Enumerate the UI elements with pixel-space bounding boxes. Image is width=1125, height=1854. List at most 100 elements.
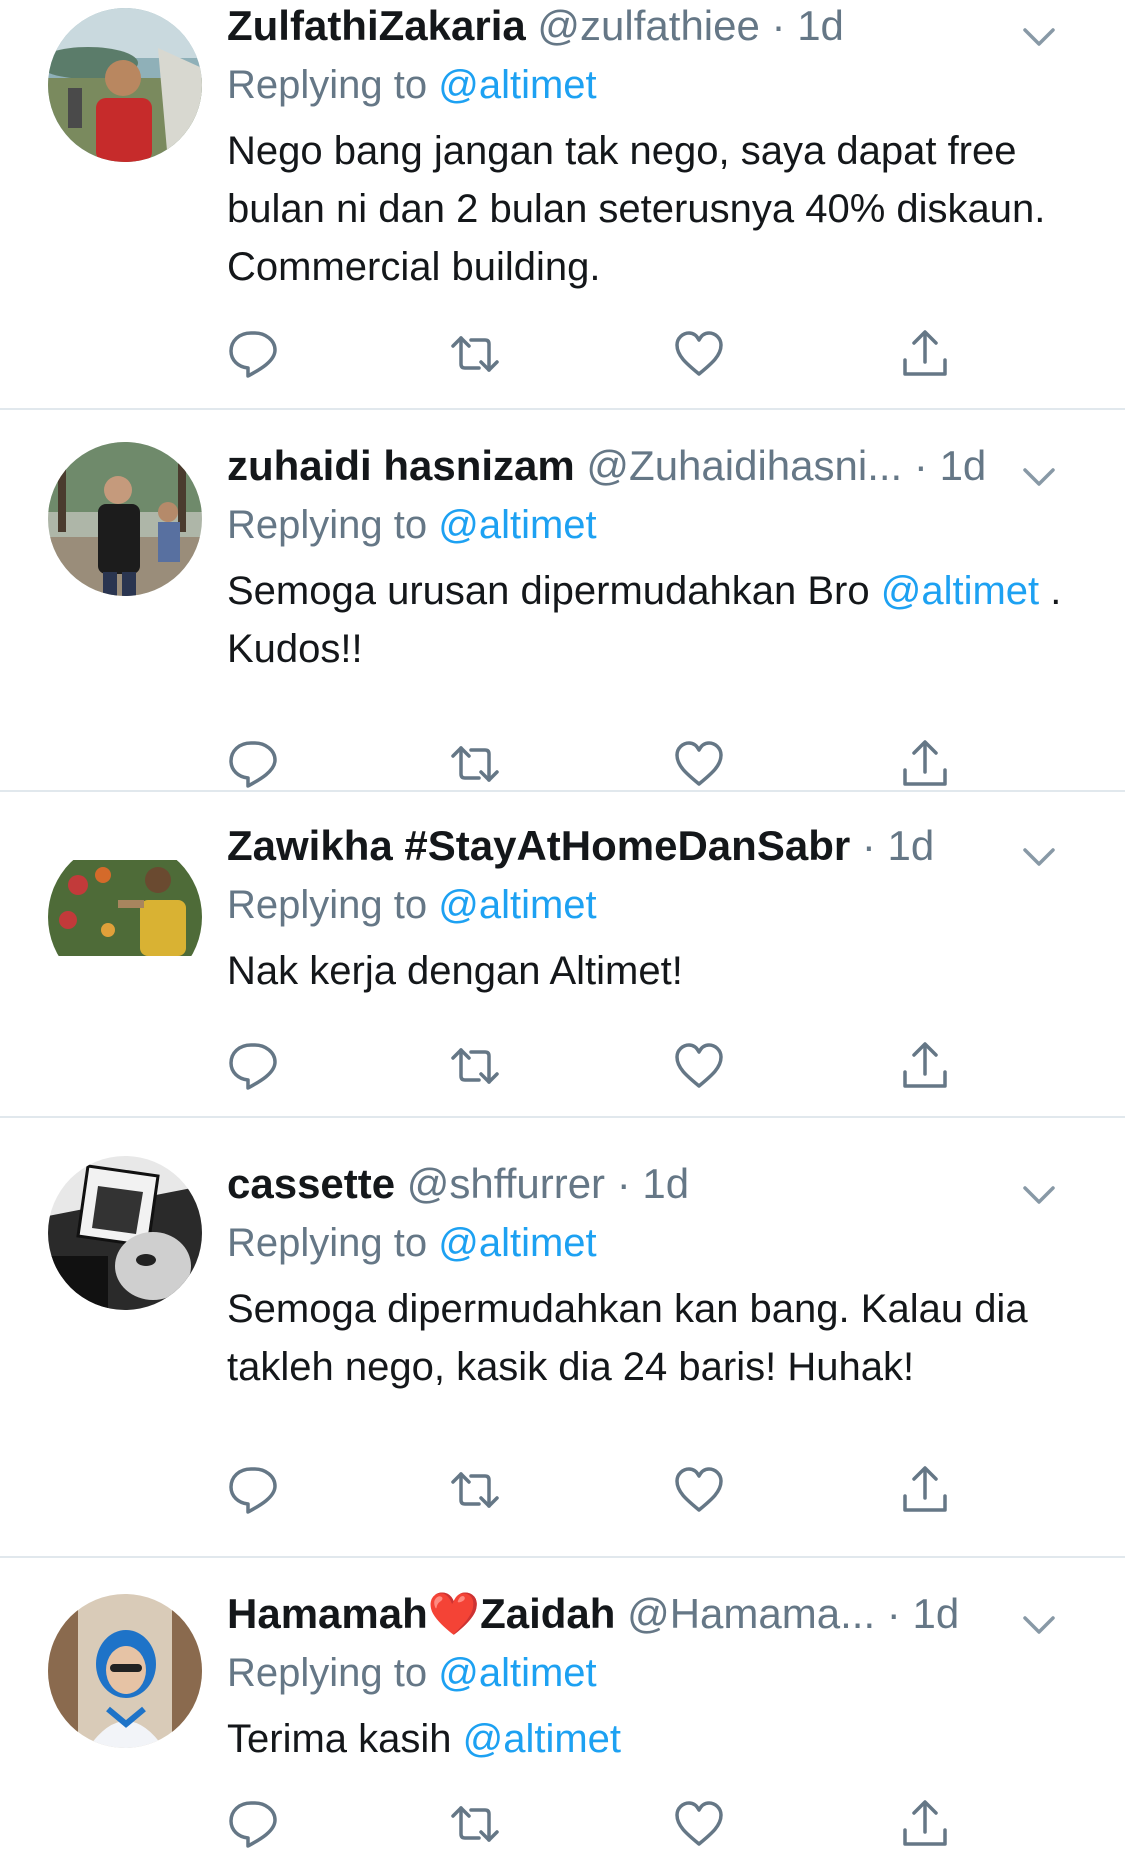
tweet-actions — [227, 328, 987, 380]
share-icon — [903, 740, 947, 786]
retweet-button[interactable] — [449, 1798, 501, 1850]
display-name[interactable]: Hamamah❤️Zaidah — [227, 1590, 615, 1637]
share-button[interactable] — [899, 738, 951, 790]
tweet-header: ZulfathiZakaria @zulfathiee · 1d — [227, 0, 1057, 52]
timestamp[interactable]: 1d — [940, 442, 987, 489]
avatar[interactable] — [48, 1594, 202, 1748]
tweet-text: Semoga urusan dipermudahkan Bro @altimet… — [227, 562, 1077, 678]
reply-icon — [229, 1801, 277, 1848]
display-name[interactable]: cassette — [227, 1160, 395, 1207]
display-name-part: Zaidah — [480, 1590, 616, 1637]
reply-button[interactable] — [227, 1798, 279, 1850]
tweet-text-part: Terima kasih — [227, 1717, 463, 1761]
tweet-header: cassette @shffurrer · 1d — [227, 1158, 1057, 1210]
reply-button[interactable] — [227, 1464, 279, 1516]
avatar[interactable] — [48, 1156, 202, 1310]
retweet-icon — [451, 746, 499, 782]
reply-icon — [229, 1467, 277, 1514]
heart-icon — [675, 331, 723, 376]
separator-dot: · — [616, 1160, 631, 1207]
like-button[interactable] — [673, 1798, 725, 1850]
tweet[interactable]: Zawikha #StayAtHomeDanSabr · 1d Replying… — [0, 792, 1125, 1118]
tweet-text: Nego bang jangan tak nego, saya dapat fr… — [227, 129, 1046, 289]
retweet-icon — [451, 336, 499, 372]
avatar[interactable] — [48, 840, 202, 994]
display-name[interactable]: zuhaidi hasnizam — [227, 442, 575, 489]
tweet-text: Terima kasih @altimet — [227, 1710, 1077, 1768]
like-button[interactable] — [673, 1040, 725, 1092]
retweet-button[interactable] — [449, 1464, 501, 1516]
chevron-down-icon[interactable] — [1021, 452, 1057, 486]
retweet-icon — [451, 1472, 499, 1508]
user-handle[interactable]: @shffurrer — [407, 1160, 605, 1207]
replying-to: Replying to @altimet — [227, 500, 1085, 550]
separator-dot: · — [913, 442, 928, 489]
heart-icon — [675, 1801, 723, 1846]
tweet[interactable]: ZulfathiZakaria @zulfathiee · 1d Replyin… — [0, 0, 1125, 410]
tweet[interactable]: Hamamah❤️Zaidah @Hamama... · 1d Replying… — [0, 1558, 1125, 1854]
reply-icon — [229, 1043, 277, 1090]
chevron-down-icon[interactable] — [1021, 1600, 1057, 1634]
tweet-header: Hamamah❤️Zaidah @Hamama... · 1d — [227, 1588, 1057, 1640]
reply-icon — [229, 331, 277, 378]
user-handle[interactable]: @Hamama... — [627, 1590, 875, 1637]
reply-button[interactable] — [227, 328, 279, 380]
replying-to-mention[interactable]: @altimet — [438, 1221, 596, 1265]
share-icon — [903, 1800, 947, 1846]
user-handle[interactable]: @Zuhaidihasni... — [586, 442, 902, 489]
like-button[interactable] — [673, 738, 725, 790]
retweet-button[interactable] — [449, 328, 501, 380]
chevron-down-icon[interactable] — [1021, 1170, 1057, 1204]
tweet-header: Zawikha #StayAtHomeDanSabr · 1d — [227, 820, 1057, 872]
share-icon — [903, 330, 947, 376]
retweet-button[interactable] — [449, 1040, 501, 1092]
avatar[interactable] — [48, 442, 202, 596]
tweet-text-part: Semoga urusan dipermudahkan Bro — [227, 569, 881, 613]
tweet-text: Nak kerja dengan Altimet! — [227, 949, 683, 993]
timestamp[interactable]: 1d — [642, 1160, 689, 1207]
share-button[interactable] — [899, 1040, 951, 1092]
replying-to-label: Replying to — [227, 503, 439, 547]
chevron-down-icon[interactable] — [1021, 832, 1057, 866]
replying-to: Replying to @altimet — [227, 60, 1085, 110]
heart-emoji: ❤️ — [427, 1590, 481, 1637]
tweet[interactable]: zuhaidi hasnizam @Zuhaidihasni... · 1d R… — [0, 410, 1125, 792]
tweet-actions — [227, 1040, 987, 1092]
timestamp[interactable]: 1d — [797, 2, 844, 49]
retweet-icon — [451, 1048, 499, 1084]
display-name-part: Hamamah — [227, 1590, 428, 1637]
tweet-actions — [227, 1798, 987, 1850]
reply-button[interactable] — [227, 738, 279, 790]
avatar[interactable] — [48, 8, 202, 162]
like-button[interactable] — [673, 1464, 725, 1516]
tweet-mention[interactable]: @altimet — [881, 569, 1039, 613]
share-button[interactable] — [899, 1464, 951, 1516]
tweet-text: Semoga dipermudahkan kan bang. Kalau dia… — [227, 1287, 1028, 1389]
timestamp[interactable]: 1d — [912, 1590, 959, 1637]
replying-to: Replying to @altimet — [227, 1218, 1085, 1268]
like-button[interactable] — [673, 328, 725, 380]
retweet-icon — [451, 1806, 499, 1842]
user-handle[interactable]: @zulfathiee — [537, 2, 759, 49]
tweet[interactable]: cassette @shffurrer · 1d Replying to @al… — [0, 1118, 1125, 1558]
retweet-button[interactable] — [449, 738, 501, 790]
share-button[interactable] — [899, 1798, 951, 1850]
display-name[interactable]: ZulfathiZakaria — [227, 2, 526, 49]
replying-to-mention[interactable]: @altimet — [438, 883, 596, 927]
tweet-mention[interactable]: @altimet — [463, 1717, 621, 1761]
share-button[interactable] — [899, 328, 951, 380]
replying-to-mention[interactable]: @altimet — [438, 503, 596, 547]
replying-to-label: Replying to — [227, 1221, 439, 1265]
display-name[interactable]: Zawikha #StayAtHomeDanSabr — [227, 822, 850, 869]
replying-to-label: Replying to — [227, 1651, 439, 1695]
share-icon — [903, 1466, 947, 1512]
reply-button[interactable] — [227, 1040, 279, 1092]
replying-to-mention[interactable]: @altimet — [438, 63, 596, 107]
separator-dot: · — [771, 2, 786, 49]
replying-to: Replying to @altimet — [227, 1648, 1085, 1698]
tweet-header: zuhaidi hasnizam @Zuhaidihasni... · 1d — [227, 440, 1057, 492]
replying-to-mention[interactable]: @altimet — [438, 1651, 596, 1695]
timestamp[interactable]: 1d — [888, 822, 935, 869]
chevron-down-icon[interactable] — [1021, 12, 1057, 46]
replying-to-label: Replying to — [227, 883, 439, 927]
